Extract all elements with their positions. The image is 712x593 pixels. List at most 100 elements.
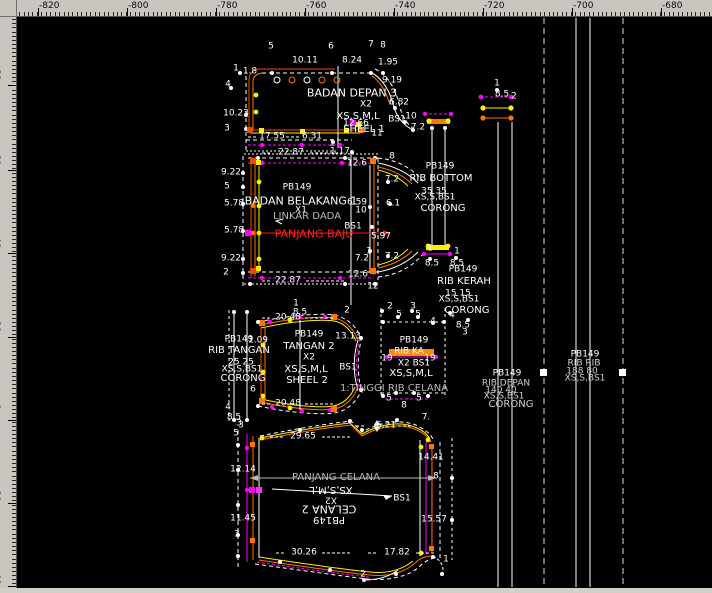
ruler-tick	[12, 455, 16, 456]
ruler-tick	[12, 500, 16, 501]
ruler-tick	[175, 12, 176, 16]
ruler-tick	[12, 359, 16, 360]
ruler-tick	[353, 12, 354, 16]
ruler-tick	[326, 12, 327, 16]
ruler-tick	[299, 12, 300, 16]
ruler-tick	[687, 12, 688, 16]
ruler-tick	[593, 12, 594, 16]
ruler-tick	[322, 12, 323, 16]
ruler-tick	[313, 12, 314, 16]
ruler-vertical[interactable]: 806040200-20-40	[0, 17, 17, 588]
ruler-tick	[12, 542, 16, 543]
ruler-tick	[12, 65, 16, 66]
ruler-tick	[268, 12, 269, 16]
ruler-tick	[473, 12, 474, 16]
ruler-tick	[584, 12, 585, 16]
ruler-tick	[379, 12, 380, 16]
ruler-tick	[12, 56, 16, 57]
ruler-tick	[12, 521, 16, 522]
ruler-tick	[12, 505, 16, 506]
ruler-tick	[19, 12, 20, 16]
ruler-tick	[580, 12, 581, 16]
ruler-tick	[12, 575, 16, 576]
ruler-left-label: 20	[0, 321, 1, 332]
ruler-tick	[12, 202, 16, 203]
ruler-major-tick	[8, 253, 16, 254]
ruler-tick	[12, 243, 16, 244]
ruler-tick	[12, 281, 16, 282]
ruler-top-label: -680	[662, 1, 682, 11]
ruler-tick	[12, 376, 16, 377]
ruler-tick	[210, 12, 211, 16]
ruler-tick	[428, 12, 429, 16]
ruler-tick	[12, 397, 16, 398]
ruler-tick	[12, 422, 16, 423]
ruler-tick	[12, 409, 16, 410]
ruler-tick	[531, 12, 532, 16]
drawing-canvas[interactable]	[17, 17, 712, 588]
pattern-cad-window: -820-800-780-760-740-720-700-680 8060402…	[0, 0, 712, 593]
ruler-tick	[12, 44, 16, 45]
ruler-tick	[12, 297, 16, 298]
ruler-tick	[12, 36, 16, 37]
ruler-tick	[406, 12, 407, 16]
ruler-tick	[12, 106, 16, 107]
ruler-tick	[12, 355, 16, 356]
ruler-tick	[495, 12, 496, 16]
ruler-tick	[41, 12, 42, 16]
ruler-tick	[77, 12, 78, 16]
ruler-tick	[12, 496, 16, 497]
ruler-tick	[695, 12, 696, 16]
ruler-tick	[193, 12, 194, 16]
ruler-tick	[12, 247, 16, 248]
ruler-tick	[224, 12, 225, 16]
ruler-tick	[12, 579, 16, 580]
ruler-major-tick	[8, 420, 16, 421]
ruler-tick	[12, 189, 16, 190]
ruler-left-label: 80	[0, 69, 1, 80]
ruler-tick	[290, 12, 291, 16]
ruler-tick	[544, 12, 545, 16]
ruler-tick	[12, 326, 16, 327]
ruler-tick	[264, 12, 265, 16]
ruler-tick	[242, 12, 243, 16]
ruler-tick	[12, 484, 16, 485]
ruler-tick	[12, 264, 16, 265]
ruler-left-label: 60	[0, 154, 1, 165]
ruler-tick	[540, 12, 541, 16]
ruler-tick	[397, 12, 398, 16]
ruler-tick	[504, 12, 505, 16]
ruler-horizontal[interactable]: -820-800-780-760-740-720-700-680	[17, 0, 712, 17]
ruler-tick	[59, 12, 60, 16]
ruler-tick	[535, 12, 536, 16]
ruler-tick	[12, 314, 16, 315]
ruler-tick	[12, 19, 16, 20]
ruler-tick	[12, 384, 16, 385]
ruler-tick	[12, 567, 16, 568]
ruler-top-label: -780	[217, 1, 237, 11]
ruler-tick	[68, 12, 69, 16]
ruler-tick	[12, 318, 16, 319]
ruler-tick	[308, 12, 309, 16]
ruler-tick	[12, 322, 16, 323]
ruler-top-label: -820	[39, 1, 59, 11]
ruler-tick	[28, 12, 29, 16]
ruler-tick	[12, 446, 16, 447]
ruler-tick	[12, 476, 16, 477]
ruler-top-label: -720	[484, 1, 504, 11]
ruler-tick	[669, 12, 670, 16]
ruler-tick	[12, 276, 16, 277]
ruler-tick	[12, 401, 16, 402]
ruler-tick	[12, 235, 16, 236]
ruler-tick	[451, 12, 452, 16]
horizontal-scrollbar[interactable]	[0, 588, 712, 593]
ruler-tick	[250, 12, 251, 16]
ruler-tick	[12, 98, 16, 99]
ruler-tick	[624, 12, 625, 16]
ruler-tick	[420, 12, 421, 16]
ruler-tick	[12, 73, 16, 74]
ruler-tick	[12, 272, 16, 273]
ruler-tick	[12, 214, 16, 215]
ruler-tick	[12, 405, 16, 406]
ruler-tick	[12, 61, 16, 62]
